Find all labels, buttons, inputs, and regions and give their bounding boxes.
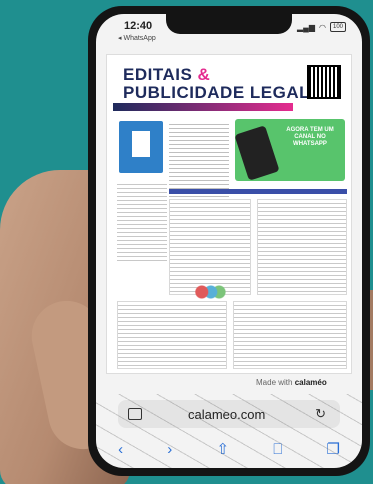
document-page[interactable]: EDITAIS & PUBLICIDADE LEGAL AGORA TEM UM… — [106, 54, 352, 374]
phone: 12:40 ◂ WhatsApp ▂▄▆ ◠ 100 EDITAIS & PUB… — [88, 6, 370, 476]
address-bar[interactable]: calameo.com ↻ — [118, 400, 340, 428]
phone-illustration-icon — [234, 125, 280, 181]
watermark-brand: calaméo — [294, 378, 327, 387]
promo-text: AGORA TEM UM CANAL NO WHATSAPP — [286, 127, 334, 147]
whatsapp-promo: AGORA TEM UM CANAL NO WHATSAPP — [234, 119, 345, 181]
wifi-icon: ◠ — [319, 22, 326, 32]
bookmarks-icon[interactable]: ⎕ — [273, 441, 282, 458]
colorful-logo — [191, 281, 227, 303]
header-strip — [113, 103, 293, 111]
title-line-2: PUBLICIDADE LEGAL — [123, 83, 310, 102]
text-column-left — [117, 181, 167, 261]
back-icon[interactable]: ‹ — [118, 441, 123, 458]
document-icon — [119, 121, 163, 173]
notice-block — [233, 301, 347, 369]
back-to-app-link[interactable]: ◂ WhatsApp — [118, 34, 156, 42]
title-line-1: EDITAIS & — [123, 65, 310, 85]
status-time: 12:40 — [124, 20, 153, 32]
reload-icon[interactable]: ↻ — [315, 406, 326, 422]
qr-code-icon — [307, 65, 341, 99]
phone-screen: 12:40 ◂ WhatsApp ▂▄▆ ◠ 100 EDITAIS & PUB… — [96, 14, 362, 468]
photo-scene: 12:40 ◂ WhatsApp ▂▄▆ ◠ 100 EDITAIS & PUB… — [0, 0, 373, 484]
document-header: EDITAIS & PUBLICIDADE LEGAL — [123, 65, 310, 103]
share-icon[interactable]: ⇧ — [216, 440, 229, 458]
url-text: calameo.com — [188, 407, 266, 422]
signal-icon: ▂▄▆ — [297, 22, 315, 32]
notice-block — [257, 199, 347, 295]
reader-icon[interactable] — [128, 408, 142, 420]
made-with-watermark[interactable]: Made with calaméo — [256, 378, 327, 387]
notch — [166, 14, 292, 34]
browser-toolbar: ‹ › ⇧ ⎕ ❐ — [96, 434, 362, 464]
status-icons: ▂▄▆ ◠ 100 — [297, 22, 346, 32]
notice-block — [117, 301, 227, 369]
battery-indicator: 100 — [329, 22, 346, 32]
section-divider — [169, 189, 347, 194]
watermark-prefix: Made with — [256, 378, 293, 387]
title-amp: & — [197, 65, 211, 84]
forward-icon[interactable]: › — [167, 441, 172, 458]
tabs-icon[interactable]: ❐ — [326, 440, 339, 458]
title-editais: EDITAIS — [123, 65, 193, 84]
